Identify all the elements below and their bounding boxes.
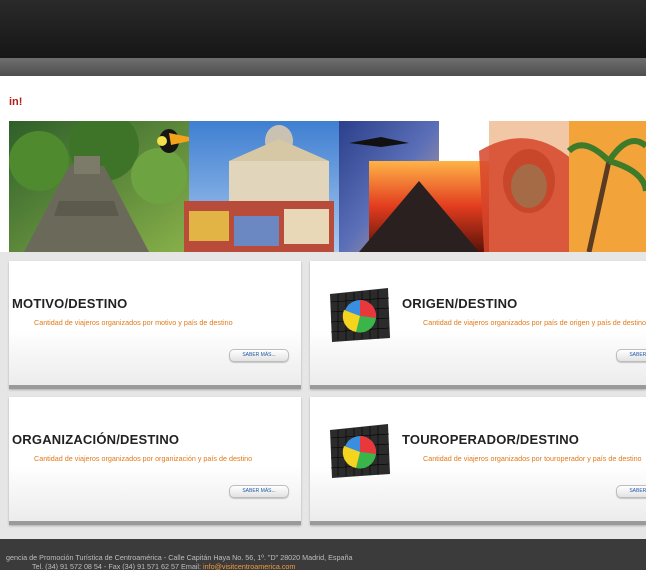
- saber-mas-button[interactable]: SABER MÁS...: [616, 485, 646, 498]
- saber-mas-button[interactable]: SABER MÁS...: [616, 349, 646, 362]
- card-organizacion-destino: ORGANIZACIÓN/DESTINO Cantidad de viajero…: [9, 397, 301, 525]
- card-title: TOUROPERADOR/DESTINO: [402, 432, 580, 447]
- card-title: MOTIVO/DESTINO: [12, 296, 128, 311]
- card-description: Cantidad de viajeros organizados por org…: [34, 454, 253, 463]
- footer-address: gencia de Promoción Turística de Centroa…: [6, 553, 353, 562]
- page-headline: in!: [9, 96, 23, 108]
- card-description: Cantidad de viajeros organizados por mot…: [34, 318, 233, 327]
- card-motivo-destino: MOTIVO/DESTINO Cantidad de viajeros orga…: [9, 261, 301, 389]
- card-title: ORIGEN/DESTINO: [402, 296, 518, 311]
- saber-mas-button[interactable]: SABER MÁS...: [229, 349, 289, 362]
- card-origen-destino: ORIGEN/DESTINO Cantidad de viajeros orga…: [310, 261, 646, 389]
- pie-chart-icon: [330, 424, 390, 478]
- card-title: ORGANIZACIÓN/DESTINO: [12, 432, 180, 447]
- hero-banner: [9, 121, 646, 252]
- pie-chart-icon: [330, 288, 390, 342]
- header-spacer: [0, 76, 646, 121]
- card-touroperador-destino: TOUROPERADOR/DESTINO Cantidad de viajero…: [310, 397, 646, 525]
- card-description: Cantidad de viajeros organizados por tou…: [423, 454, 642, 463]
- sub-navigation-bar: [0, 58, 646, 76]
- hero-banner-image: [9, 121, 646, 252]
- card-description: Cantidad de viajeros organizados por paí…: [423, 318, 646, 327]
- saber-mas-button[interactable]: SABER MÁS...: [229, 485, 289, 498]
- top-navigation-bar: [0, 0, 646, 58]
- report-panels: MOTIVO/DESTINO Cantidad de viajeros orga…: [0, 252, 646, 539]
- footer: gencia de Promoción Turística de Centroa…: [0, 539, 646, 571]
